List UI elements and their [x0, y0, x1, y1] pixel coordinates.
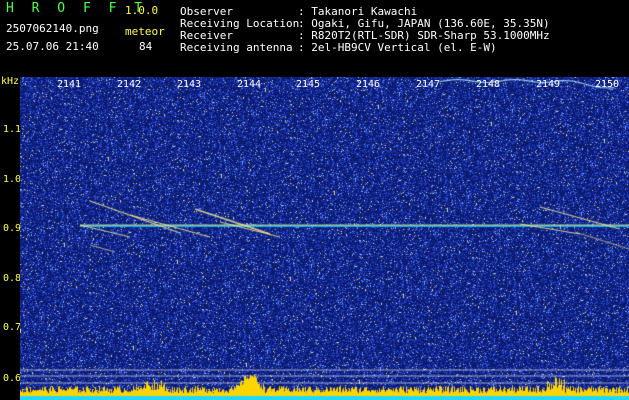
x-tick-2142: 2142	[117, 79, 142, 90]
x-tick-2143: 2143	[177, 79, 202, 90]
x-tick-2149: 2149	[536, 79, 561, 90]
meteor-count: 84	[139, 40, 153, 53]
x-tick-2145: 2145	[296, 79, 321, 90]
y-tick-0.9: 0.9	[3, 223, 22, 234]
x-tick-2147: 2147	[416, 79, 441, 90]
y-tick-1.0: 1.0	[3, 174, 22, 185]
file-name: 2507062140.png	[6, 22, 99, 35]
x-tick-2146: 2146	[356, 79, 381, 90]
x-tick-2150: 2150	[595, 79, 620, 90]
y-tick-0.8: 0.8	[3, 273, 22, 284]
antenna-value: : 2el-HB9CV Vertical (el. E-W)	[298, 41, 497, 54]
spectrogram-canvas	[20, 77, 629, 400]
x-tick-2148: 2148	[476, 79, 501, 90]
meteor-label: meteor	[125, 25, 165, 38]
y-unit-label: kHz	[1, 76, 20, 87]
app-version: 1.0.0	[125, 4, 159, 17]
y-tick-0.6: 0.6	[3, 373, 22, 384]
x-tick-2144: 2144	[237, 79, 262, 90]
y-tick-1.1: 1.1	[3, 124, 22, 135]
header-panel: H R O F F T 1.0.0 2507062140.png meteor …	[0, 0, 629, 74]
x-tick-2141: 2141	[57, 79, 82, 90]
timestamp: 25.07.06 21:40	[6, 40, 99, 53]
y-tick-0.7: 0.7	[3, 322, 22, 333]
antenna-label: Receiving antenna	[180, 41, 293, 54]
